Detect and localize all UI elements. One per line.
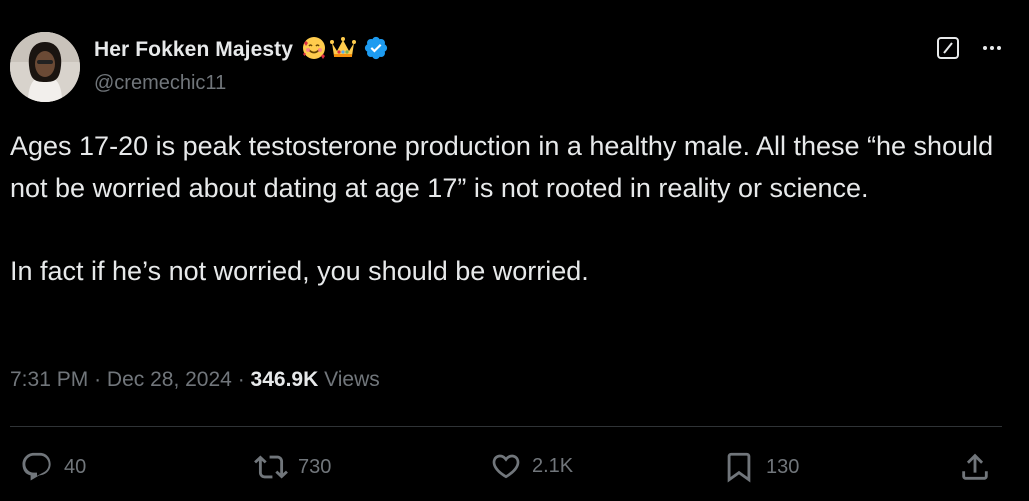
header-actions xyxy=(937,36,1001,60)
share-button[interactable] xyxy=(958,450,992,484)
tweet-date[interactable]: Dec 28, 2024 xyxy=(107,368,232,391)
verified-badge-icon[interactable] xyxy=(363,35,389,66)
author-badges xyxy=(301,35,357,66)
author-display-name[interactable]: Her Fokken Majesty xyxy=(94,38,293,62)
action-bar: 40 730 2.1K 130 xyxy=(0,450,1029,490)
meta-separator: · xyxy=(94,368,102,391)
divider xyxy=(10,426,1002,427)
tweet-meta: 7:31 PM · Dec 28, 2024 · 346.9K Views xyxy=(10,368,380,392)
author-name-row: Her Fokken Majesty xyxy=(94,36,389,64)
repost-count: 730 xyxy=(298,455,332,478)
avatar[interactable] xyxy=(10,32,80,102)
bookmark-button[interactable]: 130 xyxy=(722,450,799,484)
tweet-paragraph: Ages 17-20 is peak testosterone producti… xyxy=(10,131,994,203)
heart-icon xyxy=(490,450,522,482)
reply-count: 40 xyxy=(64,455,87,478)
tweet-text: Ages 17-20 is peak testosterone producti… xyxy=(10,126,1010,292)
share-icon xyxy=(958,450,992,484)
views-count[interactable]: 346.9K xyxy=(251,368,319,391)
like-button[interactable]: 2.1K xyxy=(490,450,573,482)
views-label: Views xyxy=(324,368,380,391)
bookmark-count: 130 xyxy=(766,455,800,478)
meta-separator: · xyxy=(237,368,245,391)
tweet-time[interactable]: 7:31 PM xyxy=(10,368,88,391)
author-handle[interactable]: @cremechic11 xyxy=(94,72,226,95)
crown-icon xyxy=(329,35,357,66)
bookmark-icon xyxy=(722,450,756,484)
like-count: 2.1K xyxy=(532,454,574,477)
grok-icon[interactable] xyxy=(937,37,959,59)
repost-button[interactable]: 730 xyxy=(254,450,331,484)
reply-icon xyxy=(20,450,54,484)
repost-icon xyxy=(254,450,288,484)
smiling-face-with-hearts-icon xyxy=(301,35,327,66)
reply-button[interactable]: 40 xyxy=(20,450,86,484)
more-icon[interactable] xyxy=(983,36,1001,60)
tweet-paragraph: In fact if he’s not worried, you should … xyxy=(10,255,589,286)
tweet-detail: Her Fokken Majesty @cremechic11 Ages 17-… xyxy=(0,0,1029,501)
